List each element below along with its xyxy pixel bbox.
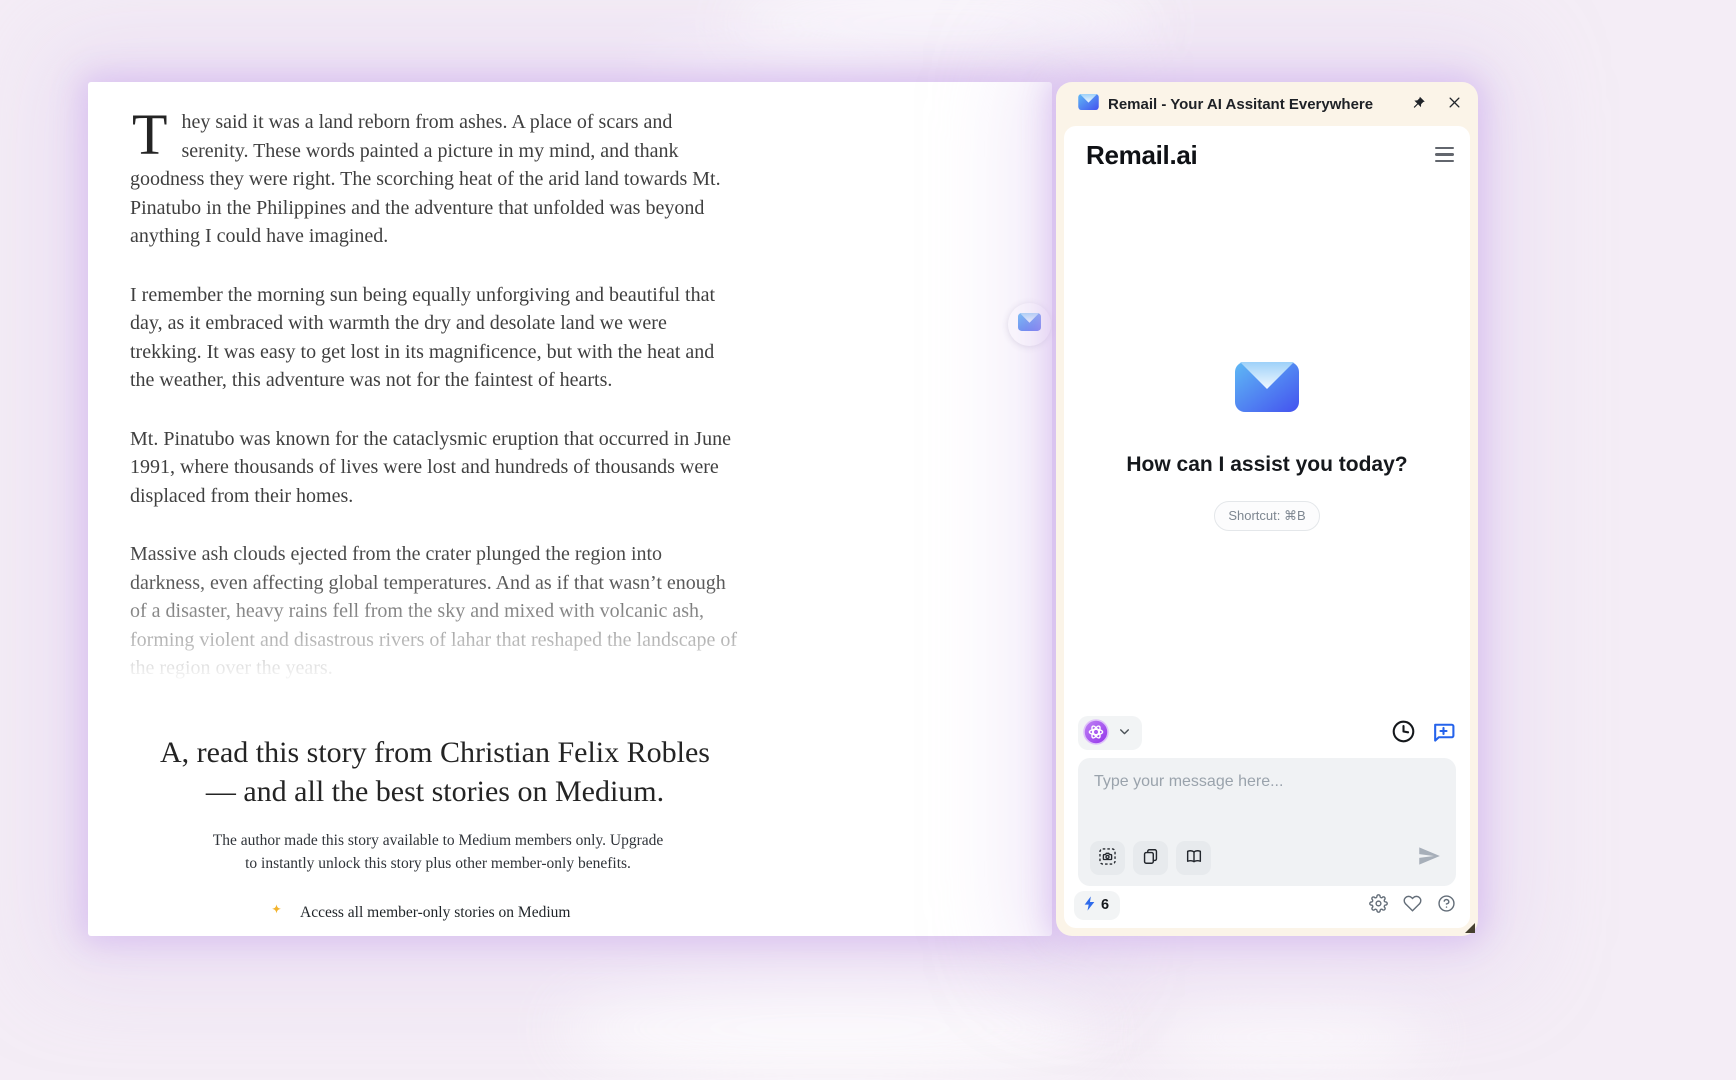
model-selector[interactable] xyxy=(1078,716,1142,750)
send-icon xyxy=(1416,843,1442,872)
panel-footer: 6 xyxy=(1074,888,1456,922)
article-paragraph: They said it was a land reborn from ashe… xyxy=(130,108,740,251)
screenshot-icon xyxy=(1098,847,1117,869)
close-icon xyxy=(1447,95,1462,113)
message-composer xyxy=(1078,758,1456,886)
background-smudge xyxy=(560,980,1100,1076)
copy-button[interactable] xyxy=(1133,841,1168,875)
reading-button[interactable] xyxy=(1176,841,1211,875)
close-button[interactable] xyxy=(1447,95,1462,113)
article-paragraph: Mt. Pinatubo was known for the cataclysm… xyxy=(130,425,740,511)
new-chat-icon xyxy=(1431,719,1456,747)
panel-drag-header[interactable]: Remail - Your AI Assitant Everywhere xyxy=(1056,82,1478,126)
background-smudge xyxy=(1150,1002,1430,1072)
credits-badge[interactable]: 6 xyxy=(1074,891,1120,920)
envelope-logo-icon xyxy=(1235,399,1299,416)
paragraph-text: hey said it was a land reborn from ashes… xyxy=(130,111,721,247)
history-clock-icon xyxy=(1391,719,1416,747)
composer-controls xyxy=(1078,716,1456,750)
paywall-fade-overlay xyxy=(120,534,750,693)
desktop-background: They said it was a land reborn from ashe… xyxy=(0,0,1736,1080)
pin-button[interactable] xyxy=(1411,95,1426,114)
remail-panel: Remail - Your AI Assitant Everywhere Rem… xyxy=(1056,82,1478,936)
article-body: They said it was a land reborn from ashe… xyxy=(88,82,740,936)
medium-article-card: They said it was a land reborn from ashe… xyxy=(88,82,1052,936)
benefit-item: Access all member-only stories on Medium xyxy=(270,899,740,928)
heart-icon xyxy=(1403,894,1422,916)
chevron-down-icon xyxy=(1118,725,1131,741)
sparkle-icon xyxy=(270,899,283,928)
message-input[interactable] xyxy=(1078,758,1456,824)
copy-icon xyxy=(1141,847,1160,869)
paywall-heading: A, read this story from Christian Felix … xyxy=(152,733,718,811)
hamburger-menu-icon xyxy=(1435,147,1454,162)
drop-cap: T xyxy=(130,108,181,157)
menu-button[interactable] xyxy=(1435,147,1454,162)
favorites-button[interactable] xyxy=(1403,894,1422,916)
faded-paragraph-wrap: Massive ash clouds ejected from the crat… xyxy=(130,540,740,683)
screenshot-button[interactable] xyxy=(1090,841,1125,875)
gear-icon xyxy=(1369,894,1388,916)
composer-tools xyxy=(1090,841,1211,875)
article-paragraph: I remember the morning sun being equally… xyxy=(130,281,740,395)
credits-count: 6 xyxy=(1101,897,1109,913)
remail-launcher-button[interactable] xyxy=(1008,303,1051,346)
bolt-icon xyxy=(1083,896,1096,915)
resize-handle[interactable] xyxy=(1465,923,1475,933)
openai-logo-icon xyxy=(1083,719,1109,748)
shortcut-badge: Shortcut: ⌘B xyxy=(1214,501,1319,531)
pin-icon xyxy=(1411,95,1426,114)
benefit-label: Access all member-only stories on Medium xyxy=(300,899,570,928)
empty-state: How can I assist you today? Shortcut: ⌘B xyxy=(1064,362,1470,531)
help-button[interactable] xyxy=(1437,894,1456,916)
send-button[interactable] xyxy=(1416,843,1442,872)
greeting-text: How can I assist you today? xyxy=(1064,453,1470,477)
help-icon xyxy=(1437,894,1456,916)
chat-card: Remail.ai How can I assist you today? Sh… xyxy=(1064,126,1470,928)
paywall-subtext: The author made this story available to … xyxy=(210,829,666,875)
open-book-icon xyxy=(1184,847,1204,869)
brand-title: Remail.ai xyxy=(1086,140,1197,171)
new-chat-button[interactable] xyxy=(1431,719,1456,747)
envelope-logo-icon xyxy=(1018,313,1041,336)
settings-button[interactable] xyxy=(1369,894,1388,916)
envelope-logo-icon xyxy=(1078,94,1099,115)
panel-title: Remail - Your AI Assitant Everywhere xyxy=(1108,96,1373,113)
history-button[interactable] xyxy=(1391,719,1416,747)
membership-benefits: Access all member-only stories on Medium… xyxy=(270,899,740,937)
